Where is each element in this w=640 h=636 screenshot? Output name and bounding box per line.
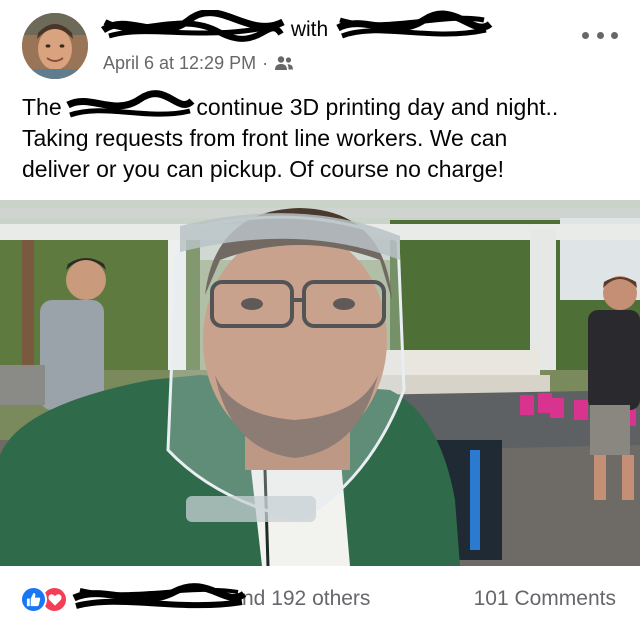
friends-icon[interactable] — [274, 54, 294, 76]
post-text-suffix: continue 3D printing day and night.. — [196, 94, 559, 120]
more-dot — [611, 31, 618, 39]
more-options-icon[interactable] — [582, 24, 618, 46]
post-text-line: deliver or you can pickup. Of course no … — [22, 156, 504, 182]
post-text-line: Taking requests from front line workers.… — [22, 125, 508, 151]
redacted-reactor-names — [72, 583, 247, 610]
more-dot — [582, 31, 589, 39]
more-dot — [596, 31, 604, 39]
with-label: with — [290, 18, 329, 41]
post-header: with April 6 at 12:29 PM · — [0, 0, 640, 90]
post-text-line: The continue 3D printing day and night.. — [22, 90, 622, 123]
post-timestamp[interactable]: April 6 at 12:29 PM — [103, 53, 256, 73]
comments-count-link[interactable]: 101 Comments — [474, 585, 616, 613]
reactions-count-text: nd 192 others — [242, 587, 371, 610]
redacted-tagged-name[interactable] — [336, 10, 493, 40]
like-icon — [20, 585, 47, 613]
post-text: The continue 3D printing day and night..… — [22, 90, 622, 185]
meta-separator: · — [262, 53, 269, 73]
post-meta: April 6 at 12:29 PM · — [103, 52, 294, 76]
redacted-author-name[interactable] — [101, 10, 285, 42]
post-photo[interactable] — [0, 200, 640, 566]
redacted-group-name — [66, 90, 195, 119]
author-avatar[interactable] — [22, 13, 88, 79]
reactions-summary[interactable]: nd 192 others — [20, 583, 371, 613]
author-line: with — [101, 10, 493, 43]
post-footer: nd 192 others 101 Comments — [0, 566, 640, 636]
post-text-prefix: The — [22, 94, 62, 120]
